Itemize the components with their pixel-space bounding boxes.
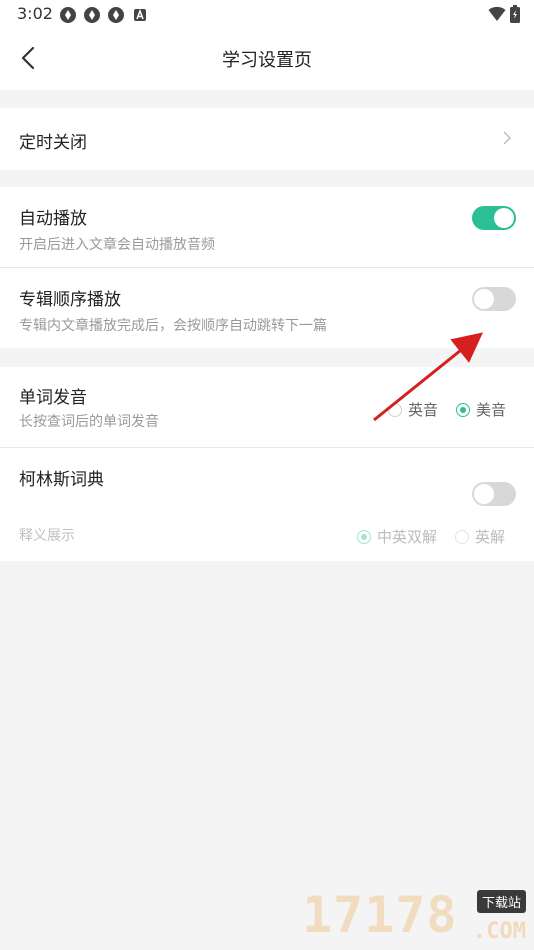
status-system-icons <box>488 5 520 23</box>
watermark-domain: .COM <box>473 919 526 944</box>
app-notification-icon <box>108 7 124 23</box>
toggle-knob <box>474 289 494 309</box>
navigation-bar: 学习设置页 <box>0 28 534 90</box>
app-notification-icon <box>60 7 76 23</box>
pronunciation-row: 单词发音 长按查词后的单词发音 英音 美音 <box>0 367 534 447</box>
radio-american[interactable]: 美音 <box>456 399 506 420</box>
album-order-row: 专辑顺序播放 专辑内文章播放完成后，会按顺序自动跳转下一篇 <box>0 268 534 348</box>
radio-bilingual[interactable]: 中英双解 <box>357 526 437 547</box>
autoplay-description: 开启后进入文章会自动播放音频 <box>19 237 215 253</box>
watermark-logo: 17178 下载站 .COM <box>302 886 528 946</box>
pronunciation-radio-group: 英音 美音 <box>388 399 506 420</box>
page-title: 学习设置页 <box>222 50 312 71</box>
radio-english-only-label: 英解 <box>475 528 506 546</box>
status-time: 3:02 <box>17 4 53 23</box>
album-order-description: 专辑内文章播放完成后，会按顺序自动跳转下一篇 <box>19 318 327 334</box>
collins-row: 柯林斯词典 释义展示 中英双解 英解 <box>0 448 534 561</box>
timer-close-label: 定时关闭 <box>19 133 87 153</box>
radio-english-only[interactable]: 英解 <box>455 526 505 547</box>
autoplay-label: 自动播放 <box>19 209 87 229</box>
playback-settings-card: 自动播放 开启后进入文章会自动播放音频 专辑顺序播放 专辑内文章播放完成后，会按… <box>0 187 534 348</box>
collins-toggle[interactable] <box>472 482 516 506</box>
radio-british[interactable]: 英音 <box>388 399 438 420</box>
album-order-toggle[interactable] <box>472 287 516 311</box>
definition-display-radio-group: 中英双解 英解 <box>357 526 505 547</box>
pronunciation-description: 长按查词后的单词发音 <box>19 414 159 430</box>
radio-american-label: 美音 <box>476 401 507 419</box>
wifi-icon <box>488 6 506 21</box>
definition-display-label: 释义展示 <box>19 528 75 544</box>
autoplay-row: 自动播放 开启后进入文章会自动播放音频 <box>0 187 534 267</box>
status-bar: 3:02 <box>0 0 534 28</box>
timer-close-row[interactable]: 定时关闭 <box>0 108 534 170</box>
toggle-knob <box>494 208 514 228</box>
album-order-label: 专辑顺序播放 <box>19 290 121 310</box>
watermark-badge: 下载站 <box>476 890 526 913</box>
radio-indicator <box>357 529 371 544</box>
toggle-knob <box>474 484 494 504</box>
chevron-right-icon <box>503 131 512 145</box>
radio-indicator <box>456 402 471 417</box>
radio-british-label: 英音 <box>408 401 439 419</box>
battery-charging-icon <box>510 5 520 23</box>
app-notification-icon <box>84 7 100 23</box>
collins-label: 柯林斯词典 <box>19 470 104 490</box>
pronunciation-label: 单词发音 <box>19 388 87 408</box>
watermark-number: 17178 <box>302 886 458 944</box>
a-icon <box>134 8 146 21</box>
status-notification-icons <box>59 6 149 24</box>
radio-bilingual-label: 中英双解 <box>377 528 438 546</box>
dictionary-settings-card: 单词发音 长按查词后的单词发音 英音 美音 柯林斯词典 释义展示 中英双解 英解 <box>0 367 534 561</box>
radio-indicator <box>455 529 470 544</box>
autoplay-toggle[interactable] <box>472 206 516 230</box>
radio-indicator <box>388 402 402 417</box>
